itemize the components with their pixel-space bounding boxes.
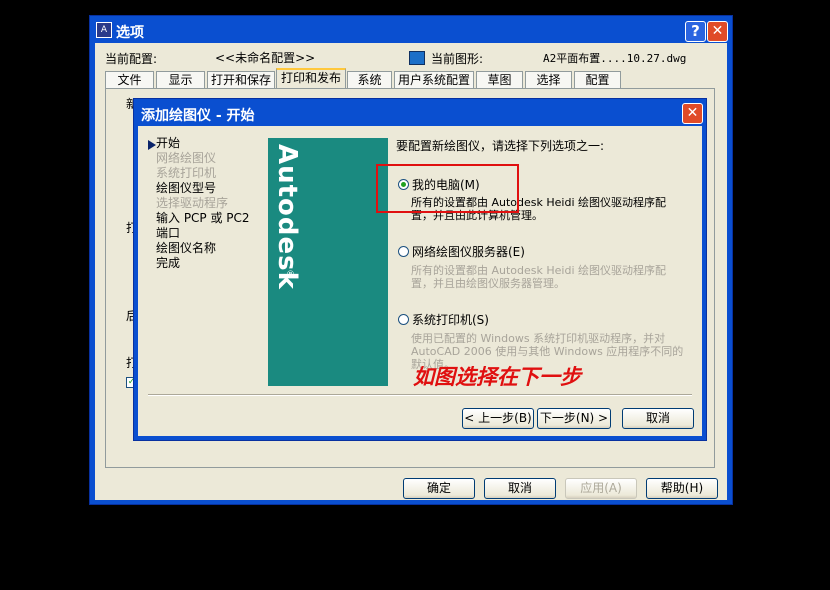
current-drawing-label: 当前图形: [431,52,484,66]
prompt-text: 要配置新绘图仪，请选择下列选项之一: [396,139,605,153]
tab-files[interactable]: 文件 [105,71,154,89]
cancel-button[interactable]: 取消 [484,478,556,499]
tab-plot-publish[interactable]: 打印和发布 [276,68,346,89]
option-system-printer-desc-2: AutoCAD 2006 使用与其他 Windows 应用程序不同的 [411,345,684,358]
step-select-driver: 选择驱动程序 [156,196,229,210]
tab-drafting[interactable]: 草图 [476,71,523,89]
current-config-label: 当前配置: [105,52,158,66]
annotation-text: 如图选择在下一步 [413,364,581,389]
autodesk-banner: Autodesk ® [268,138,388,386]
option-system-printer-desc-1: 使用已配置的 Windows 系统打印机驱动程序，并对 [411,332,666,345]
autodesk-logo-text: Autodesk [272,144,302,290]
registered-mark: ® [286,270,295,280]
tab-user-preferences[interactable]: 用户系统配置 [394,71,474,89]
tab-display[interactable]: 显示 [156,71,205,89]
highlight-box [376,164,519,213]
close-icon[interactable]: ✕ [707,21,728,42]
tab-profiles[interactable]: 配置 [574,71,621,89]
divider [148,394,692,396]
help-button-bottom[interactable]: 帮助(H) [646,478,718,499]
option-system-printer-label[interactable]: 系统打印机(S) [412,311,489,328]
option-network-server-desc-2: 置，并且由绘图仪服务器管理。 [411,277,565,290]
apply-button[interactable]: 应用(A) [565,478,637,499]
options-title: 选项 [116,25,144,41]
next-button[interactable]: 下一步(N) > [537,408,611,429]
radio-system-printer[interactable] [398,314,409,325]
step-start: 开始 [156,136,181,150]
step-network-plotter: 网络绘图仪 [156,151,217,165]
add-plotter-dialog: 添加绘图仪 - 开始 ✕ 开始 网络绘图仪 系统打印机 绘图仪型号 选择驱动程序… [133,98,707,441]
option-network-server-label[interactable]: 网络绘图仪服务器(E) [412,243,525,260]
current-drawing-value: A2平面布置....10.27.dwg [543,52,687,65]
back-button[interactable]: < 上一步(B) [462,408,534,429]
step-ports: 端口 [156,226,181,240]
ok-button[interactable]: 确定 [403,478,475,499]
current-config-value: <<未命名配置>> [215,51,316,65]
dialog-body: 开始 网络绘图仪 系统打印机 绘图仪型号 选择驱动程序 输入 PCP 或 PC2… [138,126,702,436]
drawing-icon [409,51,425,65]
step-plotter-name: 绘图仪名称 [156,241,217,255]
tab-open-save[interactable]: 打开和保存 [207,71,275,89]
step-system-printer: 系统打印机 [156,166,217,180]
radio-network-server[interactable] [398,246,409,257]
step-finish: 完成 [156,256,181,270]
cancel-button[interactable]: 取消 [622,408,694,429]
tab-system[interactable]: 系统 [347,71,392,89]
tab-selection[interactable]: 选择 [525,71,572,89]
step-import-pcp: 输入 PCP 或 PC2 [156,211,250,225]
help-button[interactable]: ? [685,21,706,42]
app-icon: A [96,22,112,38]
step-plotter-model: 绘图仪型号 [156,181,217,195]
current-step-arrow-icon [148,140,156,150]
dialog-title: 添加绘图仪 - 开始 [141,108,255,124]
close-icon[interactable]: ✕ [682,103,703,124]
option-network-server-desc-1: 所有的设置都由 Autodesk Heidi 绘图仪驱动程序配 [411,264,667,277]
